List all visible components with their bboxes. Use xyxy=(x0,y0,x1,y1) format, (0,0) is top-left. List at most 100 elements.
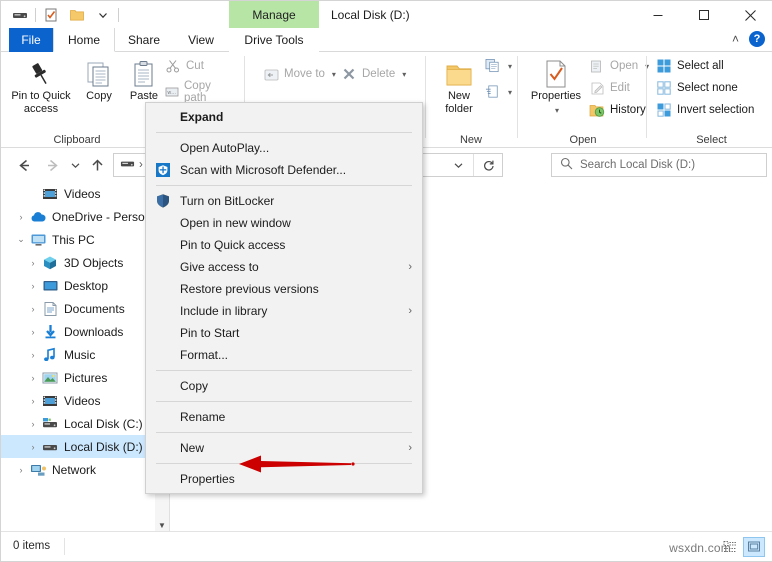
context-menu-item-label: Expand xyxy=(180,110,224,124)
context-menu-item-restore-previous-versions[interactable]: Restore previous versions xyxy=(146,278,422,300)
nav-item-videos[interactable]: › Videos xyxy=(1,389,169,412)
context-menu-item-label: Pin to Start xyxy=(180,326,240,340)
system-drive-icon xyxy=(41,416,59,432)
maximize-button[interactable] xyxy=(681,1,727,29)
context-menu-item-open-autoplay[interactable]: Open AutoPlay... xyxy=(146,137,422,159)
details-view-button[interactable] xyxy=(719,537,741,557)
context-menu-item-pin-to-quick-access[interactable]: Pin to Quick access xyxy=(146,234,422,256)
context-menu-item-label: New xyxy=(180,441,205,455)
breadcrumb[interactable]: › xyxy=(114,156,143,174)
large-icons-view-button[interactable] xyxy=(743,537,765,557)
submenu-chevron-icon[interactable]: › xyxy=(408,442,412,454)
context-menu-item-give-access-to[interactable]: Give access to › xyxy=(146,256,422,278)
nav-expand-chevron-icon[interactable]: › xyxy=(25,373,41,383)
select-all-menu-item[interactable]: Select all xyxy=(656,58,724,74)
tab-drive-tools[interactable]: Drive Tools xyxy=(229,28,319,52)
context-menu-item-scan-with-microsoft-defender[interactable]: Scan with Microsoft Defender... xyxy=(146,159,422,181)
copy-button[interactable]: Copy xyxy=(77,56,121,103)
nav-item-local-disk-d[interactable]: › Local Disk (D:) xyxy=(1,435,169,458)
customize-dropdown-icon[interactable] xyxy=(92,5,114,25)
properties-caret-icon[interactable]: ▾ xyxy=(555,104,559,117)
context-menu-item-turn-on-bitlocker[interactable]: Turn on BitLocker xyxy=(146,190,422,212)
new-folder-label-line1: New xyxy=(447,90,470,102)
nav-item-pictures[interactable]: › Pictures xyxy=(1,366,169,389)
delete-button[interactable]: Delete ▾ xyxy=(341,66,406,82)
cut-menu-item[interactable]: Cut xyxy=(165,58,204,74)
ribbon-divider-4 xyxy=(646,56,647,138)
nav-expand-chevron-icon[interactable]: › xyxy=(13,212,29,222)
submenu-chevron-icon[interactable]: › xyxy=(408,261,412,273)
quick-access-toolbar xyxy=(9,4,119,26)
easy-access-button[interactable]: ▾ xyxy=(485,84,512,100)
submenu-chevron-icon[interactable]: › xyxy=(408,305,412,317)
pin-to-quick-access-button[interactable]: Pin to Quick access xyxy=(5,56,77,116)
paste-button[interactable]: Paste xyxy=(121,56,167,103)
context-menu-item-open-in-new-window[interactable]: Open in new window xyxy=(146,212,422,234)
new-item-button[interactable]: ▾ xyxy=(485,58,512,74)
nav-item-downloads[interactable]: › Downloads xyxy=(1,320,169,343)
breadcrumb-separator[interactable]: › xyxy=(139,159,143,171)
back-button[interactable] xyxy=(13,155,35,175)
history-menu-item[interactable]: History xyxy=(589,102,646,118)
close-button[interactable] xyxy=(727,1,772,29)
open-menu-item[interactable]: Open ▾ xyxy=(589,58,649,74)
edit-icon xyxy=(589,80,605,96)
properties-icon[interactable] xyxy=(40,5,62,25)
help-icon[interactable]: ? xyxy=(749,31,765,47)
context-menu-item-format[interactable]: Format... xyxy=(146,344,422,366)
drive-icon[interactable] xyxy=(9,5,31,25)
new-folder-button[interactable]: New folder xyxy=(433,56,485,116)
move-to-button[interactable]: Move to ▾ xyxy=(263,66,336,82)
context-menu-item-copy[interactable]: Copy xyxy=(146,375,422,397)
nav-item-local-disk-c[interactable]: › Local Disk (C:) xyxy=(1,412,169,435)
recent-locations-button[interactable] xyxy=(64,155,86,175)
nav-expand-chevron-icon[interactable]: › xyxy=(25,281,41,291)
search-input[interactable]: Search Local Disk (D:) xyxy=(551,153,767,177)
context-menu-item-expand[interactable]: Expand xyxy=(146,106,422,128)
select-none-menu-item[interactable]: Select none xyxy=(656,80,738,96)
nav-expand-chevron-icon[interactable]: › xyxy=(13,465,29,475)
minimize-button[interactable] xyxy=(635,1,681,29)
new-folder-icon[interactable] xyxy=(66,5,88,25)
context-menu-item-label: Open in new window xyxy=(180,216,291,230)
title-bar: Manage Local Disk (D:) xyxy=(1,1,772,29)
move-to-caret-icon[interactable]: ▾ xyxy=(332,70,336,79)
nav-expand-chevron-icon[interactable]: › xyxy=(25,419,41,429)
context-menu-item-pin-to-start[interactable]: Pin to Start xyxy=(146,322,422,344)
context-menu-item-rename[interactable]: Rename xyxy=(146,406,422,428)
nav-item-this-pc[interactable]: ⌄ This PC xyxy=(1,228,169,251)
nav-expand-chevron-icon[interactable]: › xyxy=(25,396,41,406)
tab-home[interactable]: Home xyxy=(53,28,115,52)
svg-text:w…: w… xyxy=(168,90,177,96)
easy-access-caret-icon[interactable]: ▾ xyxy=(508,88,512,97)
easy-access-icon xyxy=(485,84,501,100)
properties-button[interactable]: Properties ▾ xyxy=(523,56,589,117)
refresh-button[interactable] xyxy=(473,154,502,176)
tab-file[interactable]: File xyxy=(9,28,53,52)
context-menu-item-include-in-library[interactable]: Include in library › xyxy=(146,300,422,322)
nav-expand-chevron-icon[interactable]: › xyxy=(25,327,41,337)
nav-scroll-down-icon[interactable]: ▼ xyxy=(155,518,169,532)
nav-expand-chevron-icon[interactable]: › xyxy=(25,350,41,360)
edit-menu-item[interactable]: Edit xyxy=(589,80,630,96)
nav-item-music[interactable]: › Music xyxy=(1,343,169,366)
tab-view[interactable]: View xyxy=(173,28,229,52)
nav-expand-chevron-icon[interactable]: › xyxy=(25,304,41,314)
nav-item-desktop[interactable]: › Desktop xyxy=(1,274,169,297)
nav-item-documents[interactable]: › Documents xyxy=(1,297,169,320)
nav-item-network[interactable]: › Network xyxy=(1,458,169,481)
nav-expand-chevron-icon[interactable]: ⌄ xyxy=(13,234,29,245)
up-button[interactable] xyxy=(86,155,108,175)
nav-item-onedrive-personal[interactable]: › OneDrive - Personal xyxy=(1,205,169,228)
invert-selection-menu-item[interactable]: Invert selection xyxy=(656,102,754,118)
new-item-caret-icon[interactable]: ▾ xyxy=(508,62,512,71)
collapse-ribbon-icon[interactable]: ˄ xyxy=(732,32,739,46)
delete-caret-icon[interactable]: ▾ xyxy=(402,70,406,79)
nav-item-3d-objects[interactable]: › 3D Objects xyxy=(1,251,169,274)
nav-expand-chevron-icon[interactable]: › xyxy=(25,442,41,452)
tab-share[interactable]: Share xyxy=(115,28,173,52)
nav-expand-chevron-icon[interactable]: › xyxy=(25,258,41,268)
copy-path-menu-item[interactable]: w… Copy path xyxy=(165,80,213,104)
address-dropdown-button[interactable] xyxy=(444,154,472,176)
nav-item-videos-quick[interactable]: Videos xyxy=(1,182,169,205)
